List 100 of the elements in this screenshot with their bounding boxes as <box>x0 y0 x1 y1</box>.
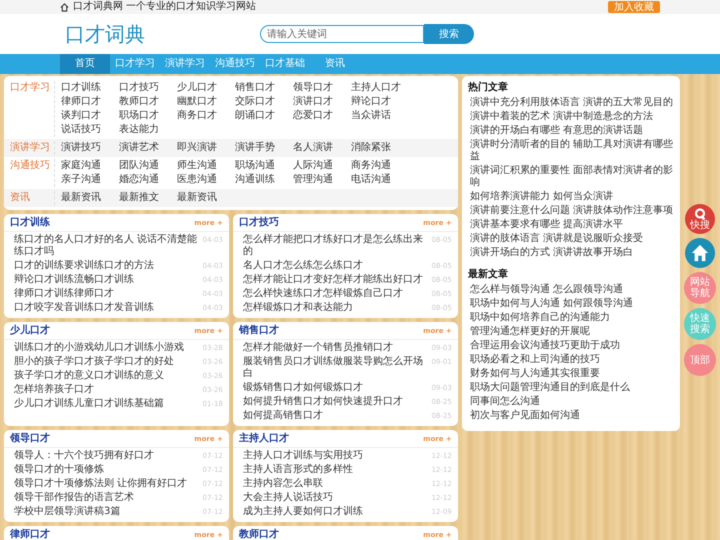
category-link[interactable]: 表达能力 <box>119 123 169 137</box>
article-link[interactable]: 胆小的孩子学口才孩子学口才的好处 <box>14 356 199 368</box>
article-link[interactable]: 怎样才能让口才变好怎样才能练出好口才 <box>242 274 428 286</box>
article-link[interactable]: 职场中如何培养自己的沟通能力 <box>468 311 676 325</box>
category-link[interactable]: 口才技巧 <box>119 81 169 95</box>
category-link[interactable]: 律师口才 <box>61 95 111 109</box>
article-link[interactable]: 大会主持人说话技巧 <box>242 492 428 504</box>
category-link[interactable]: 教师口才 <box>119 95 169 109</box>
article-link[interactable]: 演讲的开场白有哪些 有意思的演讲话题 <box>468 124 676 138</box>
category-link[interactable]: 商务沟通 <box>351 159 401 173</box>
article-link[interactable]: 演讲前要注意什么问题 演讲肢体动作注意事项 <box>468 204 676 218</box>
article-link[interactable]: 锻炼销售口才如何锻炼口才 <box>242 382 428 394</box>
category-link[interactable]: 幽默口才 <box>177 95 227 109</box>
category-link[interactable]: 电话沟通 <box>351 173 401 187</box>
article-link[interactable]: 主持内容怎么串联 <box>242 478 428 490</box>
category-link[interactable]: 名人演讲 <box>293 141 343 155</box>
article-link[interactable]: 领导人：十六个技巧拥有好口才 <box>14 450 199 462</box>
article-link[interactable]: 名人口才怎么练怎么练口才 <box>242 260 428 272</box>
article-link[interactable]: 领导口才十项修炼法则 让你拥有好口才 <box>14 478 199 490</box>
category-link[interactable]: 沟通训练 <box>235 173 285 187</box>
article-link[interactable]: 怎么样才能把口才练好口才是怎么练出来的 <box>242 234 428 258</box>
card-title[interactable]: 主持人口才 <box>238 432 289 445</box>
article-link[interactable]: 怎样培养孩子口才 <box>14 384 199 396</box>
article-link[interactable]: 演讲词汇积累的重要性 面部表情对演讲者的影响 <box>468 164 676 190</box>
card-title[interactable]: 教师口才 <box>238 528 279 540</box>
article-link[interactable]: 演讲的肢体语言 演讲就是说服听众接受 <box>468 232 676 246</box>
category-link[interactable]: 消除紧张 <box>351 141 401 155</box>
article-link[interactable]: 服装销售员口才训练做服装导购怎么开场白 <box>242 356 428 380</box>
card-title[interactable]: 销售口才 <box>238 324 279 337</box>
article-link[interactable]: 怎样锻炼口才和表达能力 <box>242 302 428 314</box>
category-link[interactable]: 销售口才 <box>235 81 285 95</box>
category-link[interactable]: 当众讲话 <box>351 109 401 123</box>
card-title[interactable]: 律师口才 <box>10 528 50 540</box>
category-link[interactable]: 婚恋沟通 <box>119 173 169 187</box>
category-link[interactable]: 医患沟通 <box>177 173 227 187</box>
article-link[interactable]: 演讲中充分利用肢体语言 演讲的五大常见目的 <box>468 96 676 110</box>
article-link[interactable]: 怎样才能做好一个销售员推销口才 <box>242 342 428 354</box>
article-link[interactable]: 管理沟通怎样更好的开展呢 <box>468 325 676 339</box>
article-link[interactable]: 同事间怎么沟通 <box>468 395 676 409</box>
category-link[interactable]: 少儿口才 <box>177 81 227 95</box>
category-link[interactable]: 演讲技巧 <box>61 141 111 155</box>
search-field[interactable]: 请输入关键词 <box>260 25 424 43</box>
category-link[interactable]: 商务口才 <box>177 109 227 123</box>
category-link[interactable]: 领导口才 <box>293 81 343 95</box>
article-link[interactable]: 孩子学口才的意义口才训练的意义 <box>14 370 199 382</box>
category-link[interactable]: 管理沟通 <box>293 173 343 187</box>
category-link[interactable]: 谈判口才 <box>61 109 111 123</box>
article-link[interactable]: 领导口才的十项修炼 <box>14 464 199 476</box>
card-title[interactable]: 少儿口才 <box>10 324 50 337</box>
category-link[interactable]: 辩论口才 <box>351 95 401 109</box>
category-link[interactable]: 恋爱口才 <box>293 109 343 123</box>
category-link[interactable]: 演讲艺术 <box>119 141 169 155</box>
article-link[interactable]: 初次与客户见面如何沟通 <box>468 409 676 423</box>
article-link[interactable]: 怎么样快速练口才怎样锻炼自己口才 <box>242 288 428 300</box>
category-link[interactable]: 团队沟通 <box>119 159 169 173</box>
nav-tab[interactable]: 首页 <box>60 54 110 74</box>
article-link[interactable]: 演讲开场白的方式 演讲讲故事开场白 <box>468 246 676 260</box>
article-link[interactable]: 训练口才的小游戏幼儿口才训练小游戏 <box>14 342 199 354</box>
category-link[interactable]: 朗诵口才 <box>235 109 285 123</box>
article-link[interactable]: 职场大问题管理沟通目的到底是什么 <box>468 381 676 395</box>
category-link[interactable]: 主持人口才 <box>351 81 401 95</box>
site-logo[interactable]: 口才词典 <box>60 20 260 48</box>
category-link[interactable]: 最新资讯 <box>177 191 227 205</box>
category-link[interactable]: 职场沟通 <box>235 159 285 173</box>
category-link[interactable]: 家庭沟通 <box>61 159 111 173</box>
category-link[interactable]: 口才训练 <box>61 81 111 95</box>
article-link[interactable]: 学校中层领导演讲稿3篇 <box>14 506 199 518</box>
article-link[interactable]: 如何培养演讲能力 如何当众演讲 <box>468 190 676 204</box>
article-link[interactable]: 主持人语言形式的多样性 <box>242 464 428 476</box>
article-link[interactable]: 如何提高销售口才 <box>242 410 428 422</box>
category-link[interactable]: 人际沟通 <box>293 159 343 173</box>
card-title[interactable]: 领导口才 <box>10 432 50 445</box>
article-link[interactable]: 怎么样与领导沟通 怎么跟领导沟通 <box>468 283 676 297</box>
article-link[interactable]: 练口才的名人口才好的名人 说话不清楚能练口才吗 <box>14 234 199 258</box>
article-link[interactable]: 口才的训练要求训练口才的方法 <box>14 260 199 272</box>
card-title[interactable]: 口才训练 <box>10 216 50 229</box>
article-link[interactable]: 职场中如何与人沟通 如何跟领导沟通 <box>468 297 676 311</box>
category-link[interactable]: 交际口才 <box>235 95 285 109</box>
article-link[interactable]: 律师口才训练律师口才 <box>14 288 199 300</box>
article-link[interactable]: 职场必看之和上司沟通的技巧 <box>468 353 676 367</box>
category-link[interactable]: 职场口才 <box>119 109 169 123</box>
article-link[interactable]: 口才咬字发音训练口才发音训练 <box>14 302 199 314</box>
article-link[interactable]: 演讲时分清听者的目的 辅助工具对演讲有哪些益 <box>468 138 676 164</box>
card-title[interactable]: 口才技巧 <box>238 216 279 229</box>
category-link[interactable]: 演讲口才 <box>293 95 343 109</box>
article-link[interactable]: 财务如何与人沟通其实很重要 <box>468 367 676 381</box>
home-button[interactable] <box>685 238 715 268</box>
article-link[interactable]: 合理运用会议沟通技巧更助于成功 <box>468 339 676 353</box>
category-link[interactable]: 说话技巧 <box>61 123 111 137</box>
category-link[interactable]: 最新资讯 <box>61 191 111 205</box>
category-link[interactable]: 即兴演讲 <box>177 141 227 155</box>
article-link[interactable]: 成为主持人要如何口才训练 <box>242 506 428 518</box>
article-link[interactable]: 少儿口才训练儿童口才训练基础篇 <box>14 398 199 410</box>
article-link[interactable]: 主持人口才训练与实用技巧 <box>242 450 428 462</box>
article-link[interactable]: 辩论口才训练流畅口才训练 <box>14 274 199 286</box>
quick-search-button[interactable]: 快搜 <box>685 204 715 234</box>
search-button[interactable]: 搜索 <box>424 24 474 44</box>
home-icon[interactable] <box>60 2 69 12</box>
article-link[interactable]: 领导干部作报告的语言艺术 <box>14 492 199 504</box>
category-link[interactable]: 演讲手势 <box>235 141 285 155</box>
